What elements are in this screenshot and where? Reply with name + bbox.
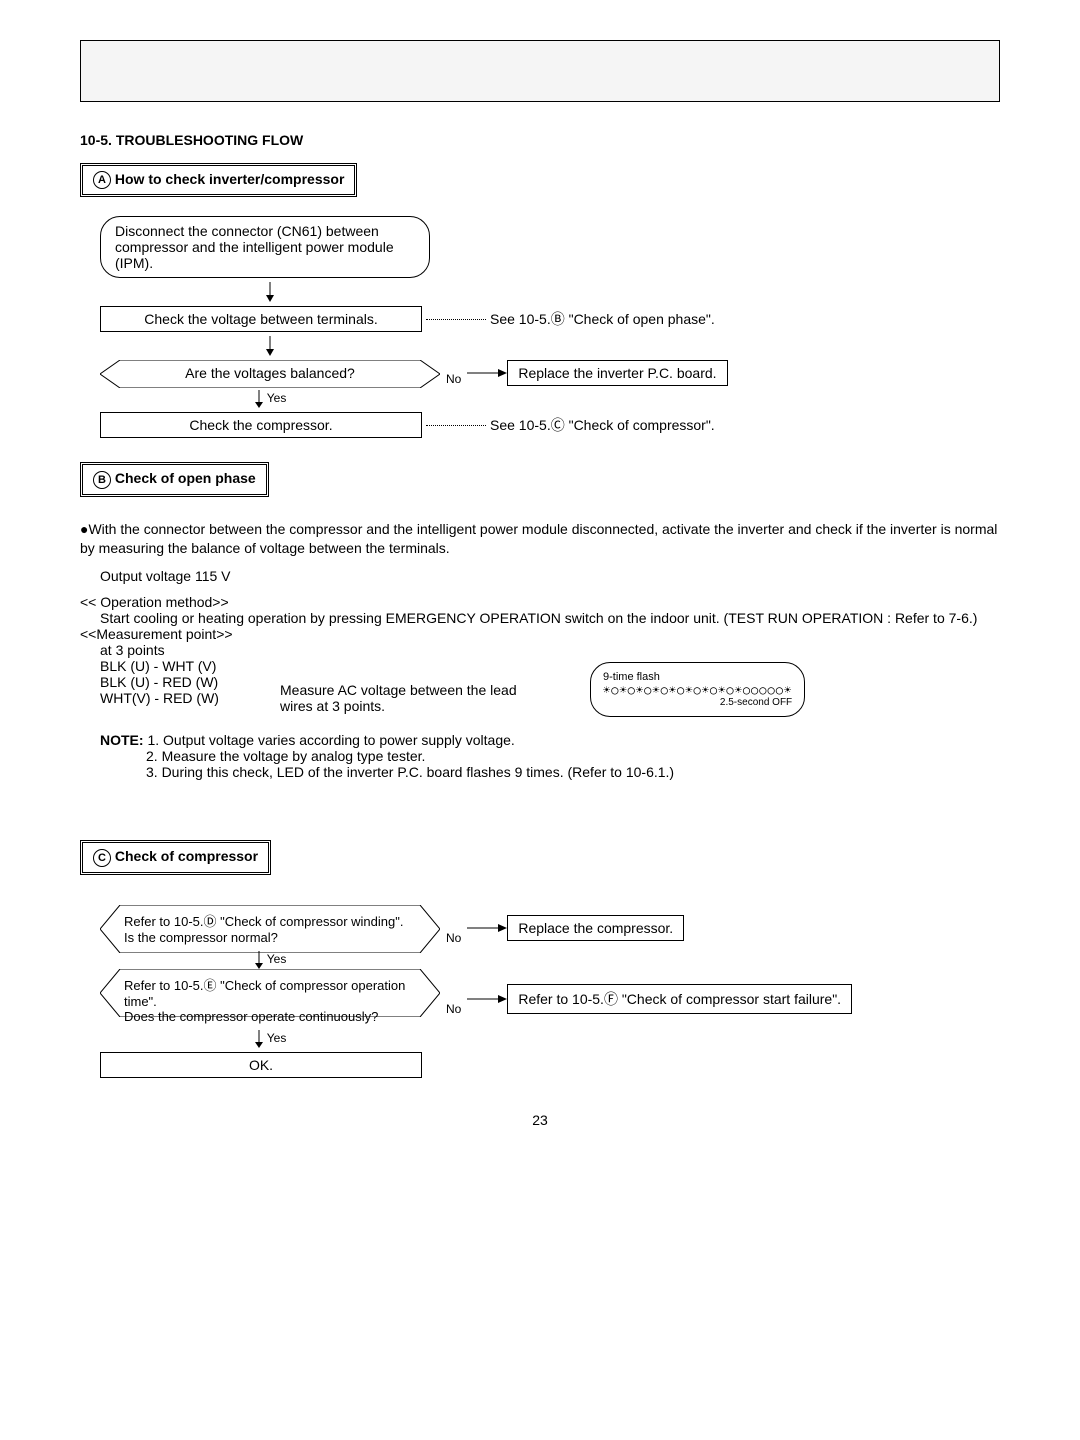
note-3: 3. During this check, LED of the inverte…: [146, 764, 674, 780]
flash-box: 9-time flash ☀○☀○☀○☀○☀○☀○☀○☀○☀○○○○○☀ 2.5…: [590, 662, 805, 717]
flow-b-intro: ●With the connector between the compress…: [80, 520, 1000, 559]
flow-c: C Check of compressor Refer to 10-5.Ⓓ "C…: [80, 840, 1000, 1081]
flow-c-dec2-line2: Does the compressor operate continuously…: [124, 1009, 378, 1024]
flash-pattern-icon: ☀○☀○☀○☀○☀○☀○☀○☀○☀○○○○○☀: [603, 683, 792, 697]
arrow-down-icon: [254, 1030, 264, 1048]
flow-a-step1: Disconnect the connector (CN61) between …: [100, 216, 430, 278]
arrow-down-icon: [100, 336, 440, 356]
section-number: 10-5.: [80, 132, 112, 148]
flow-c-dec2-no-action: Refer to 10-5.Ⓕ "Check of compressor sta…: [507, 984, 852, 1014]
flow-c-dec2-line1: Refer to 10-5.Ⓔ "Check of compressor ope…: [124, 978, 405, 1009]
page-container: 10-5. TROUBLESHOOTING FLOW A How to chec…: [0, 0, 1080, 1168]
flow-b-title: Check of open phase: [115, 470, 256, 486]
flow-a-step1-text: Disconnect the connector (CN61) between …: [115, 223, 394, 271]
flow-c-dec1-no-action: Replace the compressor.: [507, 915, 684, 941]
op-method-header: << Operation method>>: [80, 594, 1000, 610]
label-no: No: [446, 372, 461, 386]
flash-off-label: 2.5-second OFF: [720, 697, 792, 708]
meas-at: at 3 points: [100, 642, 280, 658]
flow-c-dec1-line1: Refer to 10-5.Ⓓ "Check of compressor win…: [124, 914, 403, 929]
op-method-text: Start cooling or heating operation by pr…: [100, 610, 1000, 626]
label-yes-row: Yes: [100, 1030, 440, 1048]
note-1: 1. Output voltage varies according to po…: [147, 732, 514, 748]
section-title: 10-5. TROUBLESHOOTING FLOW: [80, 132, 1000, 148]
meas-3: WHT(V) - RED (W): [100, 690, 280, 706]
circle-b-icon: B: [93, 471, 111, 489]
label-yes: Yes: [267, 952, 287, 966]
flow-a-title: How to check inverter/compressor: [115, 171, 345, 187]
flow-b: B Check of open phase ●With the connecto…: [80, 462, 1000, 780]
flow-a-step2-ref: See 10-5.Ⓑ "Check of open phase".: [490, 309, 715, 329]
flow-b-title-box: B Check of open phase: [80, 462, 269, 496]
arrow-right-icon: [467, 994, 507, 1004]
flow-a-title-box: A How to check inverter/compressor: [80, 163, 357, 197]
flow-a: A How to check inverter/compressor Disco…: [80, 163, 1000, 442]
flash-label: 9-time flash: [603, 671, 792, 683]
arrow-down-icon: [254, 951, 264, 969]
flow-a-no-action: Replace the inverter P.C. board.: [507, 360, 727, 386]
arrow-down-icon: [100, 282, 440, 302]
flow-b-voltage: Output voltage 115 V: [100, 567, 1000, 587]
flow-c-title: Check of compressor: [115, 848, 258, 864]
dotted-line-icon: [426, 425, 486, 426]
label-yes-row: Yes: [100, 951, 440, 969]
flow-a-step2-text: Check the voltage between terminals.: [144, 311, 377, 327]
flow-c-ok: OK.: [100, 1052, 422, 1078]
dotted-line-icon: [426, 319, 486, 320]
meas-points: at 3 points BLK (U) - WHT (V) BLK (U) - …: [100, 642, 280, 706]
label-yes: Yes: [267, 391, 287, 405]
flow-c-title-box: C Check of compressor: [80, 840, 271, 874]
flow-a-step3: Check the compressor.: [100, 412, 422, 438]
note-block: NOTE: 1. Output voltage varies according…: [100, 732, 1000, 780]
flow-c-dec1-no-text: Replace the compressor.: [518, 920, 673, 936]
arrow-down-icon: [254, 390, 264, 408]
flow-c-dec2-no-text: Refer to 10-5.Ⓕ "Check of compressor sta…: [518, 991, 841, 1007]
flow-a-step2: Check the voltage between terminals.: [100, 306, 422, 332]
note-label: NOTE:: [100, 732, 144, 748]
label-no: No: [446, 931, 461, 945]
flow-c-dec1: Refer to 10-5.Ⓓ "Check of compressor win…: [100, 905, 440, 951]
arrow-right-icon: [467, 923, 507, 933]
label-no: No: [446, 1002, 461, 1016]
flow-a-no-action-text: Replace the inverter P.C. board.: [518, 365, 716, 381]
flow-a-decision-text: Are the voltages balanced?: [185, 365, 355, 381]
flow-c-dec1-line2: Is the compressor normal?: [124, 930, 278, 945]
flow-a-step3-text: Check the compressor.: [189, 417, 332, 433]
flow-c-ok-text: OK.: [249, 1057, 273, 1073]
header-box: [80, 40, 1000, 102]
note-2: 2. Measure the voltage by analog type te…: [146, 748, 425, 764]
arrow-right-icon: [467, 368, 507, 378]
label-yes-row: Yes: [100, 390, 440, 408]
flow-a-step3-ref: See 10-5.Ⓒ "Check of compressor".: [490, 415, 715, 435]
circle-c-icon: C: [93, 849, 111, 867]
meas-header: <<Measurement point>>: [80, 626, 1000, 642]
label-yes: Yes: [267, 1031, 287, 1045]
flow-c-dec2: Refer to 10-5.Ⓔ "Check of compressor ope…: [100, 969, 440, 1030]
circle-a-icon: A: [93, 171, 111, 189]
meas-note: Measure AC voltage between the lead wire…: [280, 682, 530, 714]
flow-a-decision: Are the voltages balanced?: [100, 360, 440, 386]
section-heading: TROUBLESHOOTING FLOW: [116, 132, 303, 148]
meas-2: BLK (U) - RED (W): [100, 674, 280, 690]
meas-1: BLK (U) - WHT (V): [100, 658, 280, 674]
page-number: 23: [80, 1112, 1000, 1128]
